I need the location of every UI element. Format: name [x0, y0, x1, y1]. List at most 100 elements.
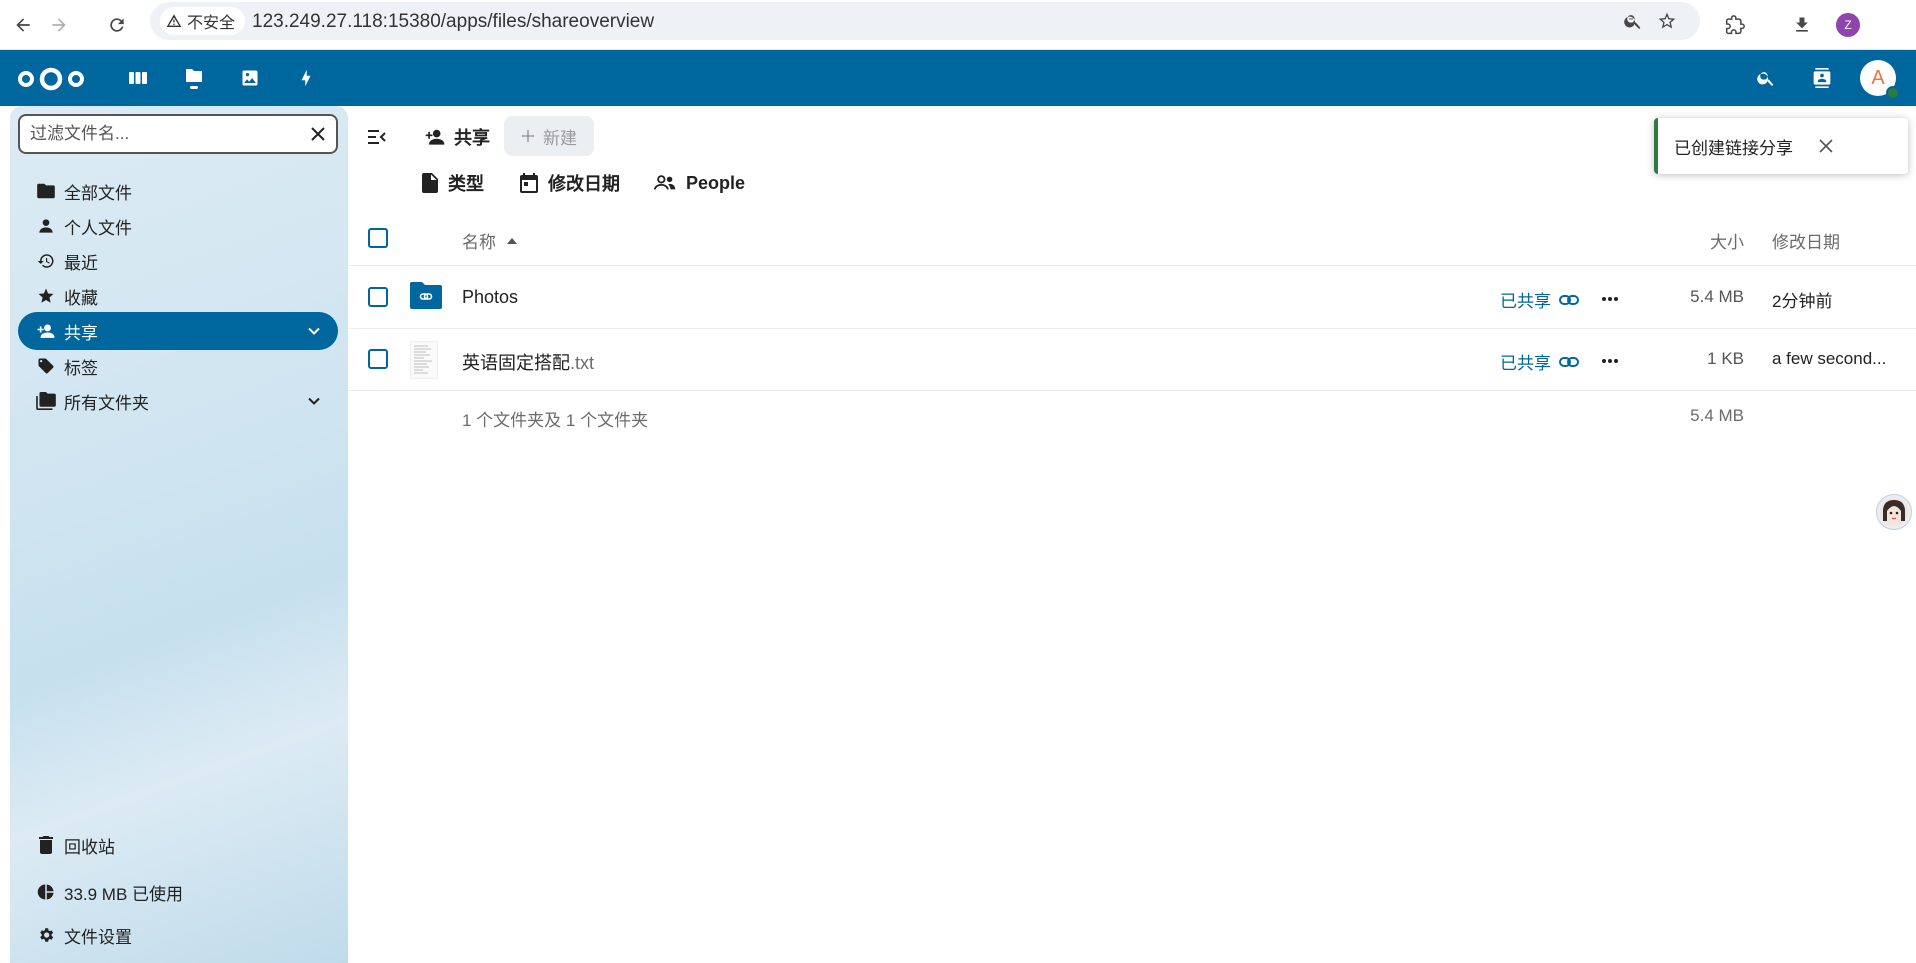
filter-type-button[interactable]: 类型: [422, 166, 484, 200]
sidebar-item-label: 共享: [64, 323, 98, 343]
address-bar[interactable]: 不安全 123.249.27.118:15380/apps/files/shar…: [150, 2, 1700, 40]
clear-filter-icon[interactable]: [306, 122, 330, 146]
filter-people-button[interactable]: People: [654, 166, 745, 200]
filter-type-label: 类型: [448, 174, 484, 194]
file-size: 1 KB: [1707, 349, 1744, 368]
file-basename: 英语固定搭配: [462, 353, 570, 373]
filter-modified-label: 修改日期: [548, 174, 620, 194]
url-text[interactable]: 123.249.27.118:15380/apps/files/shareove…: [252, 11, 654, 33]
file-name[interactable]: Photos: [462, 287, 518, 308]
extensions-icon[interactable]: [1716, 6, 1754, 44]
file-size: 5.4 MB: [1690, 287, 1744, 306]
sidebar-item-label: 个人文件: [64, 218, 132, 238]
sort-ascending-icon: [506, 237, 518, 245]
file-list-area: 共享 新建 类型 修改日期 People 名称 大小 修改日期 Photos 已…: [348, 106, 1916, 963]
assistant-avatar-icon[interactable]: [1876, 494, 1912, 530]
row-checkbox[interactable]: [368, 287, 388, 307]
column-name-label: 名称: [462, 233, 496, 252]
table-header: 名称 大小 修改日期: [348, 210, 1916, 266]
trash-icon: [36, 835, 56, 855]
sidebar-item-shares[interactable]: 共享: [18, 312, 338, 350]
nextcloud-logo[interactable]: [16, 65, 86, 93]
photos-icon[interactable]: [236, 64, 264, 92]
sidebar-item-trash[interactable]: 回收站: [18, 826, 338, 864]
summary-text: 1 个文件夹及 1 个文件夹: [462, 411, 649, 430]
sidebar-item-recent[interactable]: 最近: [18, 242, 338, 280]
quota-indicator: 33.9 MB 已使用: [18, 873, 338, 911]
filter-people-label: People: [686, 172, 746, 193]
sidebar-item-tags[interactable]: 标签: [18, 347, 338, 385]
reload-button[interactable]: [98, 6, 136, 44]
quota-label: 33.9 MB 已使用: [64, 884, 184, 904]
search-icon[interactable]: [1752, 64, 1780, 92]
select-all-checkbox[interactable]: [368, 228, 388, 248]
file-name[interactable]: 英语固定搭配.txt: [462, 349, 594, 375]
chevron-down-icon[interactable]: [304, 391, 324, 411]
sidebar-item-all-files[interactable]: 全部文件: [18, 172, 338, 210]
sidebar-item-settings[interactable]: 文件设置: [18, 916, 338, 954]
table-row[interactable]: Photos 已共享 5.4 MB 2分钟前: [348, 267, 1916, 329]
file-extension: .txt: [570, 353, 595, 373]
column-modified-header[interactable]: 修改日期: [1772, 228, 1840, 253]
sidebar-item-label: 回收站: [64, 837, 115, 857]
forward-button[interactable]: [40, 6, 78, 44]
folder-icon: [36, 181, 56, 201]
history-icon: [36, 251, 56, 271]
browser-toolbar: 不安全 123.249.27.118:15380/apps/files/shar…: [0, 0, 1916, 50]
bookmark-star-icon[interactable]: [1652, 6, 1682, 36]
people-icon: [654, 175, 676, 191]
close-icon[interactable]: [1814, 134, 1838, 158]
activity-icon[interactable]: [292, 64, 320, 92]
profile-button[interactable]: Z: [1829, 6, 1867, 44]
sidebar-item-label: 文件设置: [64, 927, 132, 947]
shared-folder-icon: [408, 281, 444, 311]
shared-label: 已共享: [1500, 354, 1551, 373]
download-icon[interactable]: [1783, 6, 1821, 44]
new-button[interactable]: 新建: [504, 116, 594, 156]
toggle-navigation-icon[interactable]: [362, 122, 392, 152]
document-icon: [422, 173, 438, 193]
text-file-thumbnail-icon: [410, 341, 438, 379]
link-icon: [1559, 356, 1579, 368]
toast-message: 已创建链接分享: [1674, 138, 1793, 158]
security-indicator[interactable]: 不安全: [160, 7, 246, 35]
shared-status-button[interactable]: 已共享: [1500, 349, 1579, 374]
column-name-header[interactable]: 名称: [462, 228, 518, 253]
shared-status-button[interactable]: 已共享: [1500, 287, 1579, 312]
navigation-sidebar: 全部文件 个人文件 最近 收藏 共享 标签 所有文件夹 回收站 33.9 MB …: [10, 106, 348, 963]
more-actions-icon[interactable]: [1596, 347, 1624, 375]
folder-multiple-icon: [36, 391, 56, 411]
sidebar-item-label: 收藏: [64, 288, 98, 308]
file-modified: 2分钟前: [1772, 292, 1833, 311]
shared-label: 已共享: [1500, 292, 1551, 311]
column-size-header[interactable]: 大小: [1710, 228, 1744, 253]
sidebar-item-favorites[interactable]: 收藏: [18, 277, 338, 315]
filter-input[interactable]: [30, 123, 290, 145]
profile-avatar: Z: [1836, 13, 1860, 37]
more-actions-icon[interactable]: [1596, 285, 1624, 313]
sidebar-item-label: 标签: [64, 358, 98, 378]
contacts-icon[interactable]: [1808, 64, 1836, 92]
share-icon: [36, 321, 56, 341]
sidebar-item-label: 最近: [64, 253, 98, 273]
sidebar-item-label: 全部文件: [64, 183, 132, 203]
status-indicator: [1886, 86, 1900, 100]
summary-size: 5.4 MB: [1690, 406, 1744, 425]
breadcrumb-label: 共享: [454, 128, 490, 148]
sidebar-item-all-folders[interactable]: 所有文件夹: [18, 382, 338, 420]
row-checkbox[interactable]: [368, 349, 388, 369]
dashboard-icon[interactable]: [124, 64, 152, 92]
sidebar-item-personal-files[interactable]: 个人文件: [18, 207, 338, 245]
breadcrumb[interactable]: 共享: [424, 120, 490, 154]
table-row[interactable]: 英语固定搭配.txt 已共享 1 KB a few second...: [348, 329, 1916, 391]
zoom-icon[interactable]: [1618, 6, 1648, 36]
share-icon: [424, 128, 446, 146]
gear-icon: [36, 925, 56, 945]
calendar-icon: [520, 173, 538, 193]
chevron-down-icon[interactable]: [304, 321, 324, 341]
filter-modified-button[interactable]: 修改日期: [520, 166, 620, 200]
file-modified: a few second...: [1772, 349, 1887, 368]
files-icon[interactable]: [180, 64, 208, 92]
plus-icon: [521, 129, 535, 143]
back-button[interactable]: [4, 6, 42, 44]
